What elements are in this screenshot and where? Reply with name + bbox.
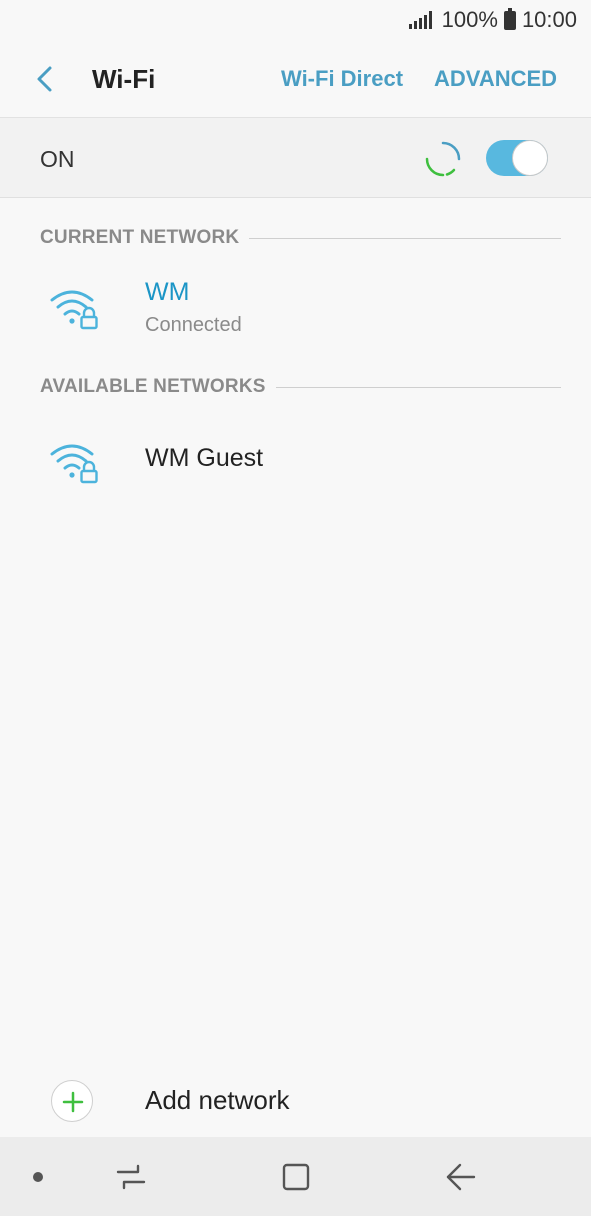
advanced-button[interactable]: ADVANCED bbox=[434, 66, 557, 92]
page-title: Wi-Fi bbox=[92, 64, 156, 94]
home-icon[interactable] bbox=[280, 1161, 312, 1193]
toggle-label: ON bbox=[40, 146, 75, 172]
app-bar: Wi-Fi Wi-Fi Direct ADVANCED bbox=[0, 40, 591, 118]
wifi-direct-button[interactable]: Wi-Fi Direct bbox=[281, 66, 403, 92]
signal-icon bbox=[408, 11, 432, 29]
network-name: WM Guest bbox=[145, 444, 264, 472]
wifi-toggle-switch[interactable] bbox=[486, 140, 548, 176]
status-bar: 100% 10:00 bbox=[0, 0, 591, 40]
add-network-label: Add network bbox=[145, 1085, 290, 1115]
recent-apps-icon[interactable] bbox=[114, 1162, 148, 1192]
network-name: WM bbox=[145, 278, 190, 306]
section-divider bbox=[275, 386, 561, 388]
navigation-bar bbox=[0, 1137, 591, 1216]
wifi-toggle-row[interactable]: ON bbox=[0, 118, 591, 198]
current-network-header-label: CURRENT NETWORK bbox=[40, 227, 240, 248]
network-status: Connected bbox=[145, 314, 242, 336]
plus-icon bbox=[51, 1080, 93, 1122]
network-item-wm[interactable]: WM Connected bbox=[0, 272, 591, 352]
section-divider bbox=[249, 237, 561, 239]
battery-percent: 100% bbox=[441, 7, 498, 32]
nav-dot-icon bbox=[33, 1172, 43, 1182]
wifi-locked-icon bbox=[50, 290, 98, 330]
battery-icon bbox=[503, 7, 516, 30]
available-networks-header: AVAILABLE NETWORKS bbox=[40, 376, 561, 398]
current-network-header: CURRENT NETWORK bbox=[40, 227, 561, 249]
wifi-locked-icon bbox=[50, 444, 98, 484]
loading-spinner-icon bbox=[425, 141, 461, 177]
clock: 10:00 bbox=[521, 7, 577, 32]
back-arrow-icon[interactable] bbox=[30, 64, 60, 94]
network-item-wm-guest[interactable]: WM Guest bbox=[0, 424, 591, 500]
available-networks-header-label: AVAILABLE NETWORKS bbox=[40, 376, 266, 397]
toggle-knob bbox=[512, 140, 548, 176]
back-icon[interactable] bbox=[444, 1161, 478, 1193]
add-network-button[interactable]: Add network bbox=[0, 1070, 591, 1130]
